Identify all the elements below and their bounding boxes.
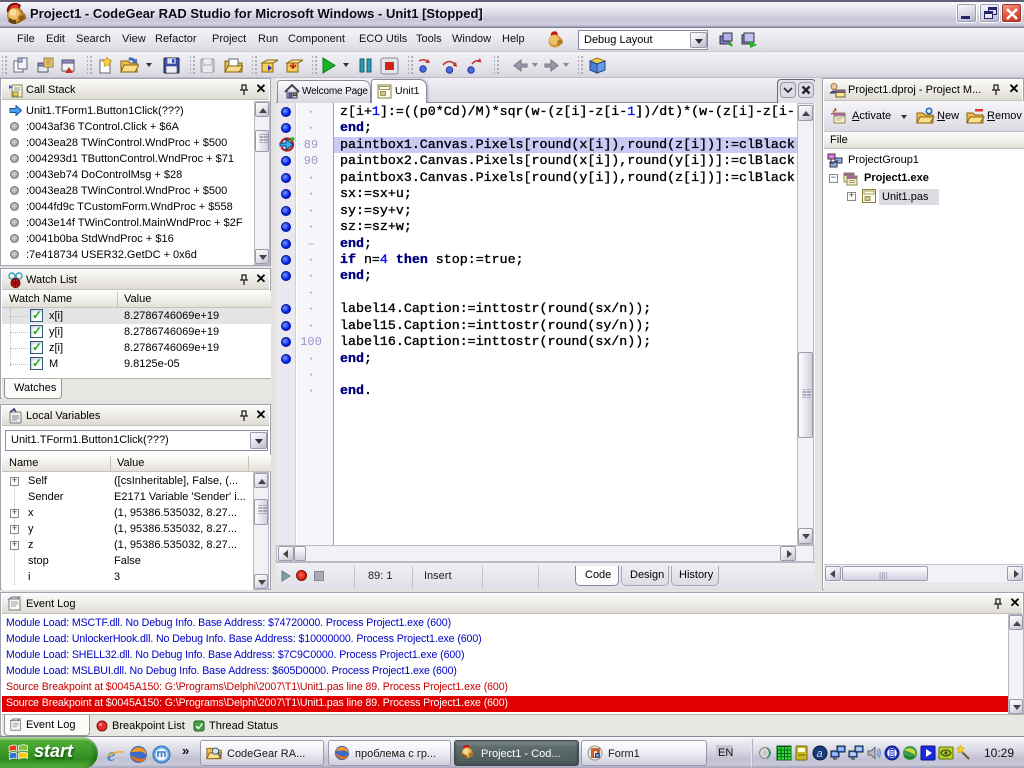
svg-text:a: a <box>817 748 823 760</box>
